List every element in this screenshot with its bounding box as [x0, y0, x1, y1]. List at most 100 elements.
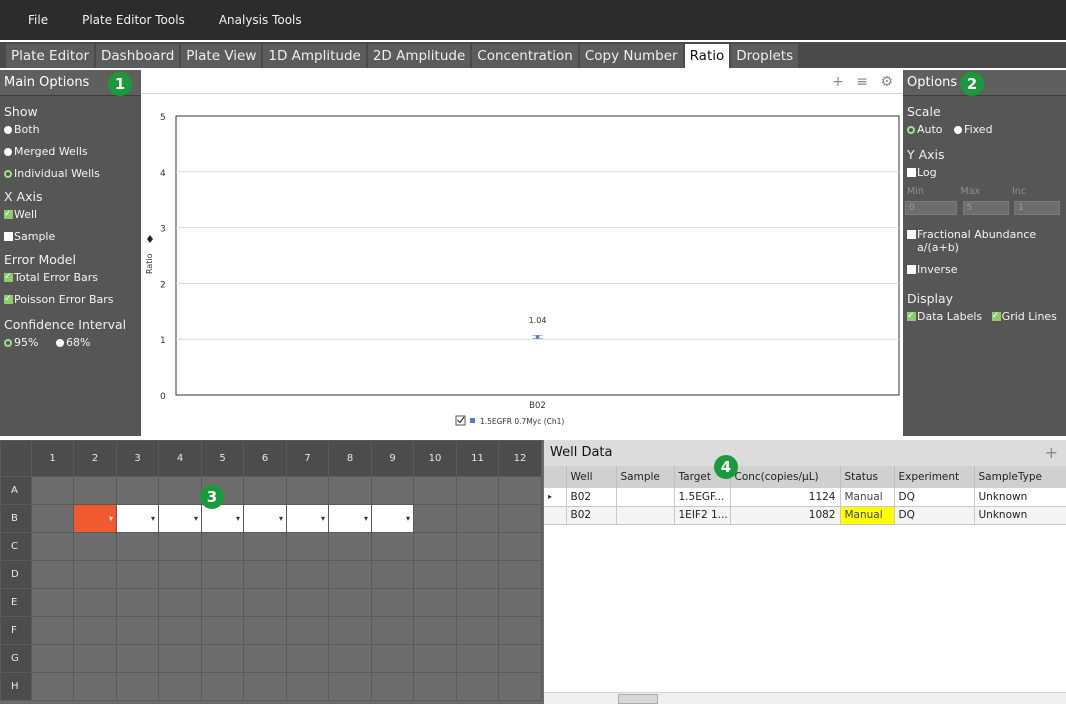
plate-well[interactable] [158, 672, 202, 701]
chart-toolbar-icons[interactable]: + ≡ ⚙ [832, 74, 897, 90]
plate-well[interactable] [201, 672, 244, 701]
plate-well[interactable] [371, 644, 414, 673]
plate-well[interactable] [371, 560, 414, 589]
plate-well[interactable]: ▾ [371, 504, 414, 533]
plate-well[interactable] [73, 588, 117, 617]
tab-plate-view[interactable]: Plate View [181, 44, 262, 68]
max-input[interactable]: 5 [962, 201, 1009, 215]
checkbox-icon[interactable] [907, 230, 916, 239]
min-input[interactable]: 0 [905, 201, 957, 215]
col-header-experiment[interactable]: Experiment [894, 466, 975, 488]
inc-input[interactable]: 1 [1014, 201, 1060, 215]
plate-well[interactable] [371, 672, 414, 701]
plate-well[interactable]: ▾ [201, 504, 244, 533]
plate-well[interactable] [116, 672, 159, 701]
plate-well[interactable] [498, 532, 542, 561]
plate-well[interactable] [413, 504, 457, 533]
radio-icon[interactable] [4, 148, 12, 156]
plate-row-header[interactable]: H [0, 672, 32, 701]
plate-well[interactable] [201, 616, 244, 645]
scale-fixed-option[interactable]: Fixed [950, 119, 993, 141]
plate-well[interactable] [116, 532, 159, 561]
plate-col-header[interactable]: 2 [73, 440, 117, 477]
plate-well[interactable] [498, 672, 542, 701]
tab-plate-editor[interactable]: Plate Editor [6, 44, 95, 68]
col-header-status[interactable]: Status [840, 466, 895, 488]
tab-droplets[interactable]: Droplets [731, 44, 799, 68]
plate-well[interactable] [243, 532, 287, 561]
plate-col-header[interactable]: 1 [31, 440, 74, 477]
plate-well[interactable] [371, 476, 414, 505]
plate-well[interactable] [243, 616, 287, 645]
poisson-error-bars-checkbox[interactable]: Poisson Error Bars [0, 288, 141, 311]
plate-well[interactable] [243, 560, 287, 589]
plate-well[interactable]: ▾ [116, 504, 159, 533]
plate-well[interactable] [498, 588, 542, 617]
add-icon[interactable]: + [1045, 440, 1058, 466]
tab-ratio[interactable]: Ratio [684, 44, 730, 68]
checkbox-icon[interactable] [907, 168, 916, 177]
plate-well[interactable] [328, 560, 372, 589]
plate-row-header[interactable]: B [0, 504, 32, 533]
plate-well[interactable] [286, 588, 329, 617]
x-axis-sample-checkbox[interactable]: Sample [0, 226, 141, 248]
plate-well[interactable] [456, 532, 499, 561]
show-individual-wells-option[interactable]: Individual Wells [0, 163, 141, 185]
plate-well[interactable] [31, 644, 74, 673]
plate-well[interactable]: ▾ [328, 504, 372, 533]
plate-well[interactable] [498, 560, 542, 589]
plate-well[interactable] [328, 588, 372, 617]
plate-well[interactable] [158, 588, 202, 617]
plate-well[interactable] [116, 616, 159, 645]
plate-well[interactable] [31, 476, 74, 505]
plate-well[interactable] [73, 644, 117, 673]
col-header-well[interactable]: Well [566, 466, 617, 488]
plate-well[interactable] [201, 532, 244, 561]
scrollbar-thumb[interactable] [618, 694, 658, 704]
inverse-checkbox[interactable]: Inverse [903, 259, 1066, 281]
log-checkbox[interactable]: Log [903, 162, 1066, 184]
tab-2d-amplitude[interactable]: 2D Amplitude [367, 44, 471, 68]
col-header-conc[interactable]: Conc(copies/µL) [730, 466, 841, 488]
checkbox-checked-icon[interactable] [907, 305, 916, 327]
plate-well[interactable] [286, 616, 329, 645]
checkbox-checked-icon[interactable] [991, 305, 1001, 327]
plate-well[interactable] [498, 644, 542, 673]
ci-95-option[interactable]: 95% [0, 332, 38, 354]
plate-well[interactable]: ▾ [73, 504, 117, 533]
plate-well[interactable] [286, 672, 329, 701]
plate-well[interactable] [328, 644, 372, 673]
plate-well[interactable] [413, 588, 457, 617]
plate-well[interactable] [201, 560, 244, 589]
plate-well[interactable]: ▾ [286, 504, 329, 533]
show-merged-wells-option[interactable]: Merged Wells [0, 141, 141, 163]
plate-col-header[interactable]: 3 [116, 440, 159, 477]
fractional-abundance-checkbox[interactable]: Fractional Abundance [903, 226, 1066, 241]
tab-copy-number[interactable]: Copy Number [579, 44, 683, 68]
col-header-sampletype[interactable]: SampleType [974, 466, 1066, 488]
plate-row-header[interactable]: F [0, 616, 32, 645]
plate-well[interactable] [116, 644, 159, 673]
plate-well[interactable] [456, 560, 499, 589]
scale-auto-option[interactable]: Auto [903, 119, 943, 141]
plate-well[interactable] [73, 616, 117, 645]
plate-well[interactable] [328, 616, 372, 645]
plate-well[interactable] [456, 504, 499, 533]
plate-well[interactable] [413, 616, 457, 645]
plate-row-header[interactable]: D [0, 560, 32, 589]
checkbox-checked-icon[interactable] [4, 288, 13, 310]
plate-col-header[interactable]: 8 [328, 440, 372, 477]
plate-well[interactable] [286, 560, 329, 589]
plate-well[interactable] [456, 644, 499, 673]
plate-row-header[interactable]: C [0, 532, 32, 561]
x-axis-well-checkbox[interactable]: Well [0, 203, 141, 226]
plate-well[interactable] [31, 588, 74, 617]
menu-analysis-tools[interactable]: Analysis Tools [213, 10, 308, 30]
plate-well[interactable] [158, 560, 202, 589]
tab-concentration[interactable]: Concentration [472, 44, 578, 68]
plate-well[interactable] [243, 588, 287, 617]
total-error-bars-checkbox[interactable]: Total Error Bars [0, 266, 141, 289]
plate-col-header[interactable]: 7 [286, 440, 329, 477]
plate-well[interactable] [328, 532, 372, 561]
plate-well[interactable] [286, 644, 329, 673]
